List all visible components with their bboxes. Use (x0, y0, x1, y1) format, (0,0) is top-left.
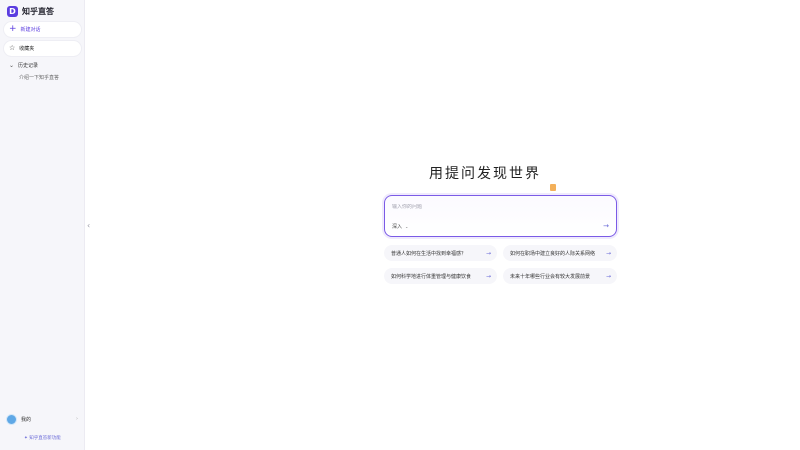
arrow-right-icon: → (605, 272, 611, 280)
user-name: 我的 (21, 416, 32, 423)
page-title: 用提问发现世界 (429, 166, 541, 182)
chevron-right-icon: › (76, 416, 78, 422)
arrow-right-icon: → (485, 249, 491, 257)
arrow-right-icon: → (485, 272, 491, 280)
brand-name: 知乎直答 (22, 7, 54, 16)
mode-label: 深入 (392, 224, 403, 230)
send-icon[interactable]: → (603, 222, 609, 230)
question-input[interactable] (392, 204, 592, 210)
suggestion-card[interactable]: 如何科学地进行体重管理与健康饮食 → (384, 268, 497, 284)
ask-box[interactable]: 深入 ⌄ → (384, 195, 617, 237)
app-root: D 知乎直答 + 新建对话 ☆ 收藏夹 ⌄ 历史记录 介绍一下知乎直答 我的 ›… (0, 0, 800, 450)
clipboard-icon[interactable] (550, 184, 556, 191)
history-label: 历史记录 (18, 63, 39, 69)
new-chat-label: 新建对话 (20, 27, 41, 33)
suggestion-card[interactable]: 未来十年哪些行业会有较大发展前景 → (503, 268, 617, 284)
mode-selector[interactable]: 深入 ⌄ (392, 223, 408, 230)
plus-icon: + (9, 24, 17, 34)
brand[interactable]: D 知乎直答 (7, 6, 54, 17)
suggestion-text: 如何科学地进行体重管理与健康饮食 (391, 273, 472, 280)
star-icon: ☆ (9, 44, 16, 52)
history-item[interactable]: 介绍一下知乎直答 (19, 74, 59, 81)
new-chat-button[interactable]: + 新建对话 (4, 22, 81, 37)
suggestion-card[interactable]: 如何在职场中建立良好的人际关系网络 → (503, 245, 617, 261)
user-menu[interactable]: 我的 › (6, 413, 78, 425)
avatar (6, 413, 17, 425)
footer-note[interactable]: ✦ 知乎直答新功能 (24, 435, 61, 441)
brand-logo-icon: D (7, 6, 18, 17)
sidebar: D 知乎直答 + 新建对话 ☆ 收藏夹 ⌄ 历史记录 介绍一下知乎直答 我的 ›… (0, 0, 85, 450)
history-toggle[interactable]: ⌄ 历史记录 (9, 62, 38, 69)
arrow-right-icon: → (605, 249, 611, 257)
chevron-down-icon: ⌄ (9, 62, 15, 69)
suggestion-card[interactable]: 普通人如何在生活中找到幸福感？ → (384, 245, 497, 261)
suggestion-text: 如何在职场中建立良好的人际关系网络 (510, 250, 596, 257)
chevron-down-icon: ⌄ (405, 224, 409, 229)
favorites-button[interactable]: ☆ 收藏夹 (4, 41, 81, 56)
suggestion-text: 未来十年哪些行业会有较大发展前景 (510, 273, 591, 280)
favorites-label: 收藏夹 (19, 46, 35, 52)
suggestion-text: 普通人如何在生活中找到幸福感？ (391, 250, 467, 257)
collapse-sidebar-icon[interactable]: ‹ (87, 221, 90, 230)
